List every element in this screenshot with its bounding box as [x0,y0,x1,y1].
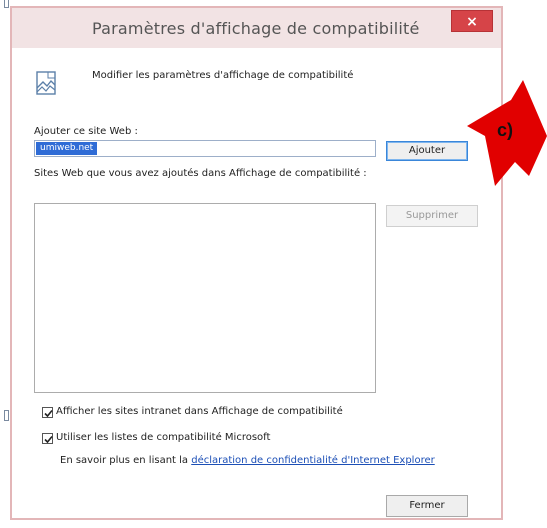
dialog-content: Modifier les paramètres d'affichage de c… [12,48,501,518]
checkmark-icon [44,435,53,443]
intranet-option-label: Afficher les sites intranet dans Afficha… [56,406,343,417]
add-site-input-value: umiweb.net [36,142,98,155]
microsoft-lists-checkbox[interactable] [42,432,53,444]
microsoft-lists-option-label: Utiliser les listes de compatibilité Mic… [56,432,271,443]
window-edge-mark-top [4,0,9,8]
added-sites-list[interactable] [34,203,376,393]
annotation-label: c) [497,120,514,140]
privacy-prefix: En savoir plus en lisant la [60,455,192,466]
title-bar[interactable]: Paramètres d'affichage de compatibilité … [12,8,501,48]
compatibility-view-icon [36,71,56,95]
close-icon: × [466,14,478,30]
screenshot-page: Paramètres d'affichage de compatibilité … [0,0,547,528]
sites-list-label: Sites Web que vous avez ajoutés dans Aff… [34,168,367,179]
checkmark-icon [44,409,53,417]
close-window-button[interactable]: × [451,10,493,32]
compatibility-view-dialog: Paramètres d'affichage de compatibilité … [10,6,503,520]
window-title: Paramètres d'affichage de compatibilité [92,19,420,38]
remove-button-label: Supprimer [405,210,459,221]
add-button-label: Ajouter [408,145,446,156]
close-button-label: Fermer [409,500,445,511]
privacy-statement: En savoir plus en lisant la déclaration … [60,454,460,467]
dialog-header-text: Modifier les paramètres d'affichage de c… [92,70,354,81]
remove-button[interactable]: Supprimer [386,205,478,227]
microsoft-lists-option[interactable]: Utiliser les listes de compatibilité Mic… [42,432,270,444]
add-site-input[interactable]: umiweb.net [34,140,376,157]
add-site-label: Ajouter ce site Web : [34,126,138,137]
intranet-checkbox[interactable] [42,406,53,418]
privacy-link[interactable]: déclaration de confidentialité d'Interne… [191,455,435,466]
close-button[interactable]: Fermer [386,495,468,517]
add-button[interactable]: Ajouter [386,141,468,161]
intranet-option[interactable]: Afficher les sites intranet dans Afficha… [42,406,343,418]
window-edge-mark-bottom [4,410,9,421]
